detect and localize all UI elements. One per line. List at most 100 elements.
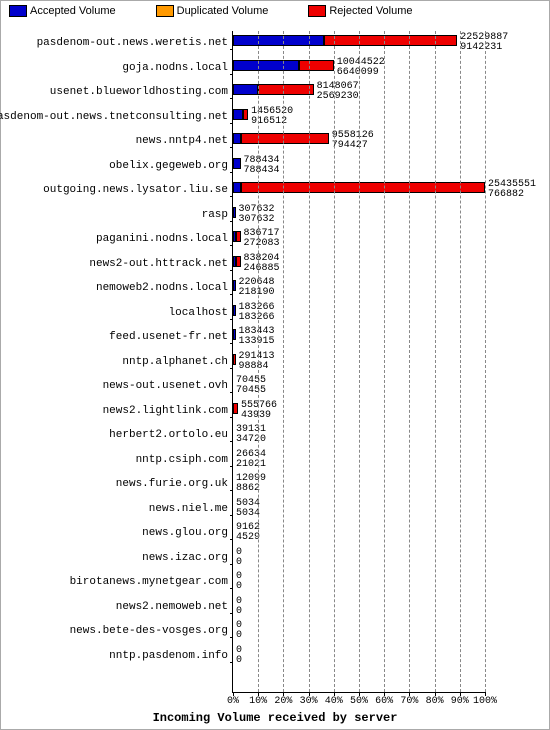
bar-segment	[233, 84, 258, 95]
bar-segment	[233, 354, 236, 365]
server-label: news2.lightlink.com	[103, 405, 228, 417]
bar-segment	[233, 60, 299, 71]
server-label: news.glou.org	[142, 527, 228, 539]
x-tick-label: 20%	[274, 692, 292, 707]
grid-line	[460, 31, 461, 692]
plot-area: pasdenom-out.news.weretis.net goja.nodns.…	[1, 31, 545, 693]
server-label: pasdenom-out.news.weretis.net	[37, 37, 228, 49]
bar-value-labels: 183443133915	[239, 327, 275, 347]
bar-value-labels: 50345034	[236, 499, 260, 519]
legend-label-duplicated: Duplicated Volume	[177, 5, 269, 17]
grid-line	[359, 31, 360, 692]
x-tick-label: 100%	[473, 692, 497, 707]
grid-line	[384, 31, 385, 692]
bar-value-labels: 120998862	[236, 474, 266, 494]
bar-value-labels: 100445226640099	[337, 58, 385, 78]
bar-segment	[299, 60, 334, 71]
bar-value-labels: 838204246885	[244, 254, 280, 274]
legend-label-accepted: Accepted Volume	[30, 5, 116, 17]
server-label: nemoweb2.nodns.local	[96, 282, 228, 294]
bar-value-labels: 25435551766882	[488, 180, 536, 200]
x-tick-label: 30%	[300, 692, 318, 707]
bar-segment	[233, 158, 241, 169]
bar-segment	[241, 133, 329, 144]
bar-segment	[233, 207, 236, 218]
legend-label-rejected: Rejected Volume	[329, 5, 412, 17]
grid-line	[409, 31, 410, 692]
bar-value-labels: 2663421021	[236, 450, 266, 470]
bar-value-labels: 00	[236, 572, 242, 592]
bar-value-labels: 220648218190	[239, 278, 275, 298]
bar-segment	[324, 35, 458, 46]
x-tick-label: 50%	[350, 692, 368, 707]
bar-segment	[236, 256, 241, 267]
server-label: usenet.blueworldhosting.com	[50, 86, 228, 98]
bar-segment	[233, 280, 236, 291]
bar-segment	[233, 329, 236, 340]
server-label: news-out.usenet.ovh	[103, 380, 228, 392]
bar-value-labels: 9558126794427	[332, 131, 374, 151]
bar-segment	[233, 403, 238, 414]
bar-segment	[241, 182, 485, 193]
server-label: feed.usenet-fr.net	[109, 331, 228, 343]
legend-duplicated: Duplicated Volume	[156, 5, 269, 17]
bar-segment	[236, 231, 241, 242]
bar-segment	[233, 35, 324, 46]
legend: Accepted Volume Duplicated Volume Reject…	[9, 5, 541, 17]
server-label: localhost	[169, 307, 228, 319]
chart-container: Accepted Volume Duplicated Volume Reject…	[0, 0, 550, 730]
server-label: herbert2.ortolo.eu	[109, 429, 228, 441]
bar-value-labels: 91624529	[236, 523, 260, 543]
server-label: news.bete-des-vosges.org	[70, 625, 228, 637]
legend-box-duplicated	[156, 5, 174, 17]
server-label: goja.nodns.local	[122, 62, 228, 74]
x-tick-label: 90%	[451, 692, 469, 707]
bar-value-labels: 00	[236, 646, 242, 666]
server-label: outgoing.news.lysator.liu.se	[43, 184, 228, 196]
legend-box-accepted	[9, 5, 27, 17]
bar-value-labels: 00	[236, 597, 242, 617]
x-axis-title: Incoming Volume received by server	[1, 711, 549, 725]
y-axis: pasdenom-out.news.weretis.net goja.nodns.…	[1, 31, 232, 693]
server-label: news2.nemoweb.net	[116, 601, 228, 613]
bar-value-labels: 81480672569230	[317, 82, 359, 102]
bar-value-labels: 3913134720	[236, 425, 266, 445]
x-tick-label: 80%	[426, 692, 444, 707]
bar-segment	[258, 84, 313, 95]
grid-line	[435, 31, 436, 692]
legend-box-rejected	[308, 5, 326, 17]
x-tick-label: 60%	[375, 692, 393, 707]
bar-value-labels: 307632307632	[239, 205, 275, 225]
server-label: nntp.csiph.com	[136, 454, 228, 466]
legend-rejected: Rejected Volume	[308, 5, 412, 17]
server-label: news.nntp4.net	[136, 135, 228, 147]
bar-segment	[233, 305, 236, 316]
x-tick-label: 40%	[325, 692, 343, 707]
grid-line	[258, 31, 259, 692]
grid-line	[334, 31, 335, 692]
server-label: news.furie.org.uk	[116, 478, 228, 490]
x-tick-label: 70%	[400, 692, 418, 707]
bar-segment	[233, 182, 241, 193]
server-label: rasp	[202, 209, 228, 221]
x-tick-label: 10%	[249, 692, 267, 707]
legend-accepted: Accepted Volume	[9, 5, 116, 17]
server-label: news2-out.httrack.net	[89, 258, 228, 270]
grid-line	[309, 31, 310, 692]
chart-bars-region: 2252988791422311004452266400998148067256…	[232, 31, 485, 693]
bar-value-labels: 7045570455	[236, 376, 266, 396]
bar-value-labels: 00	[236, 621, 242, 641]
server-label: obelix.gegeweb.org	[109, 160, 228, 172]
server-label: pasdenom-out.news.tnetconsulting.net	[0, 111, 228, 123]
bar-value-labels: 29141398884	[239, 352, 275, 372]
bar-value-labels: 00	[236, 548, 242, 568]
bar-value-labels: 836717272083	[244, 229, 280, 249]
server-label: paganini.nodns.local	[96, 233, 228, 245]
bar-segment	[233, 109, 243, 120]
bar-value-labels: 183266183266	[239, 303, 275, 323]
server-label: news.niel.me	[149, 503, 228, 515]
server-label: birotanews.mynetgear.com	[70, 576, 228, 588]
x-tick-label: 0%	[227, 692, 239, 707]
server-label: nntp.alphanet.ch	[122, 356, 228, 368]
grid-line	[283, 31, 284, 692]
